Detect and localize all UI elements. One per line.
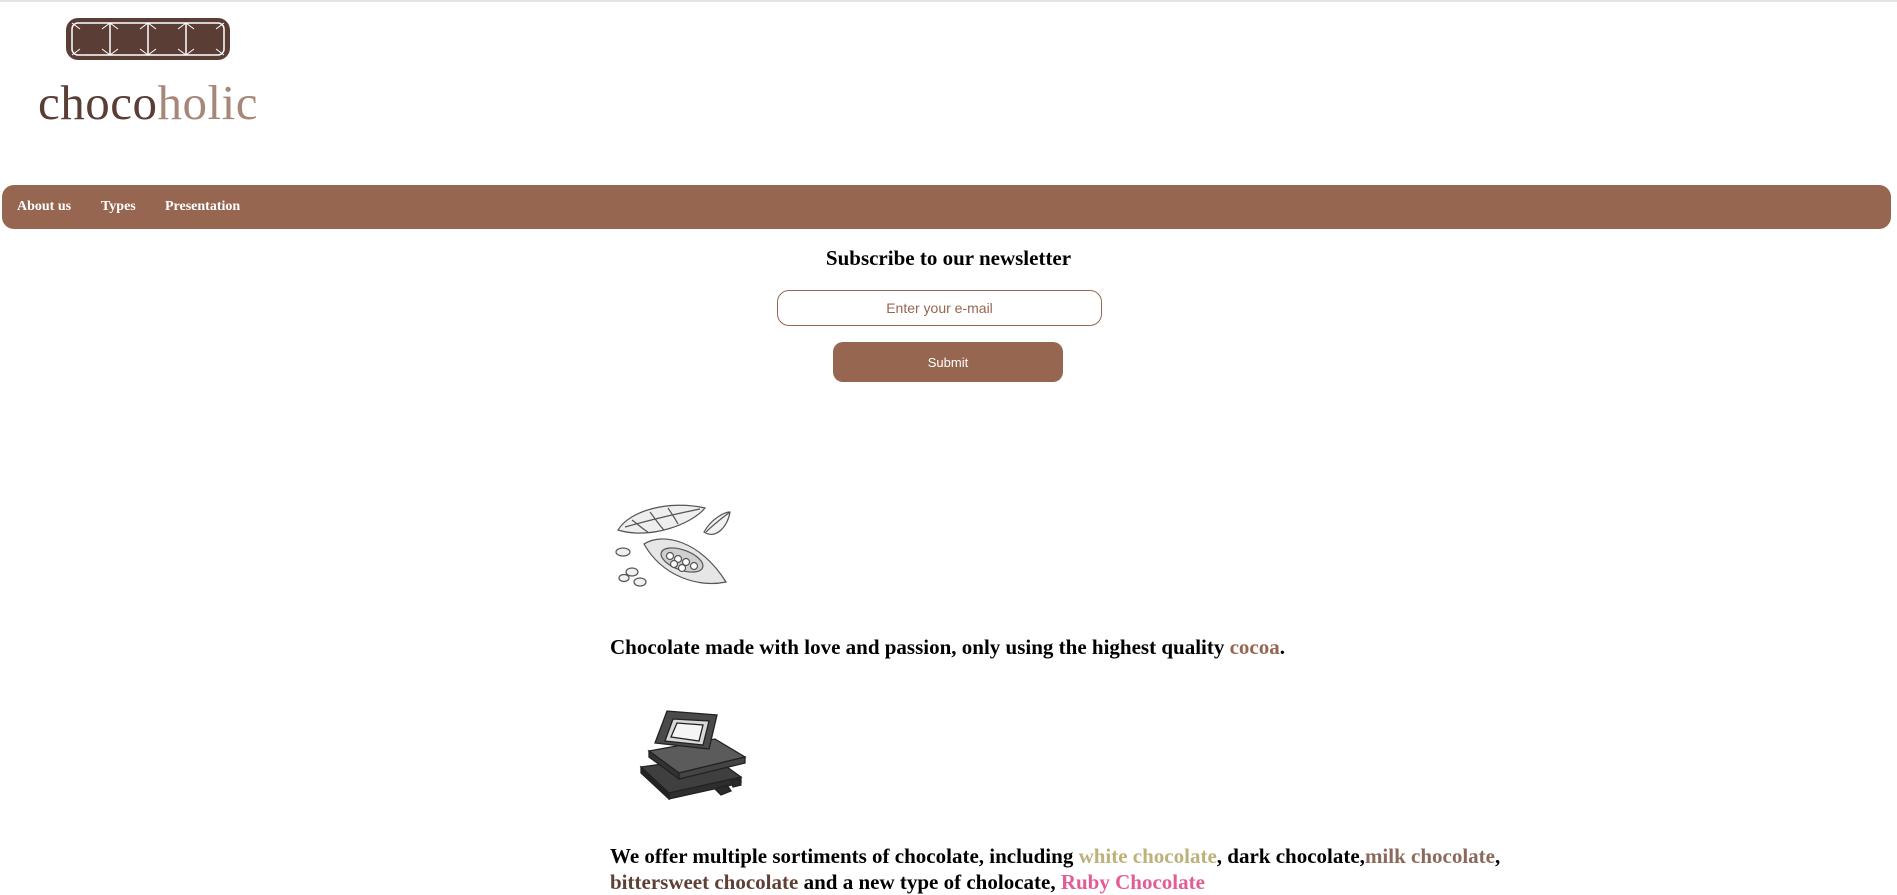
milk-chocolate-highlight: milk chocolate xyxy=(1364,844,1495,868)
logo-text-holic: holic xyxy=(157,75,258,130)
email-input[interactable] xyxy=(777,290,1102,326)
logo-wordmark: chocoholic xyxy=(38,78,258,127)
newsletter-title: Subscribe to our newsletter xyxy=(825,246,1072,270)
offer-text-4: and a new type of cholocate, xyxy=(798,870,1061,894)
logo-text-choco: choco xyxy=(38,75,158,130)
nav-item-about-us[interactable]: About us xyxy=(17,199,71,215)
chocolate-bar-icon xyxy=(66,18,230,60)
offer-text-1: We offer multiple sortiments of chocolat… xyxy=(610,844,1079,868)
ruby-chocolate-highlight: Ruby Chocolate xyxy=(1060,870,1205,894)
intro-text-before: Chocolate made with love and passion, on… xyxy=(610,635,1230,659)
chocolate-bars-stack-icon xyxy=(639,710,747,800)
intro-text-after: . xyxy=(1279,635,1286,659)
bittersweet-chocolate-highlight: bittersweet chocolate xyxy=(610,870,799,894)
offer-text-2: , dark chocolate, xyxy=(1216,844,1365,868)
intro-paragraph: Chocolate made with love and passion, on… xyxy=(610,634,1510,660)
offer-text-3: , xyxy=(1495,844,1501,868)
cocoa-highlight: cocoa xyxy=(1229,635,1280,659)
offer-paragraph: We offer multiple sortiments of chocolat… xyxy=(610,843,1510,895)
main-navbar: About us Types Presentation xyxy=(2,185,1891,229)
nav-item-types[interactable]: Types xyxy=(101,199,136,215)
logo: chocoholic xyxy=(38,16,268,127)
cocoa-pods-icon xyxy=(615,504,731,587)
submit-button[interactable]: Submit xyxy=(833,342,1063,382)
white-chocolate-highlight: white chocolate xyxy=(1078,844,1217,868)
nav-item-presentation[interactable]: Presentation xyxy=(165,199,240,215)
